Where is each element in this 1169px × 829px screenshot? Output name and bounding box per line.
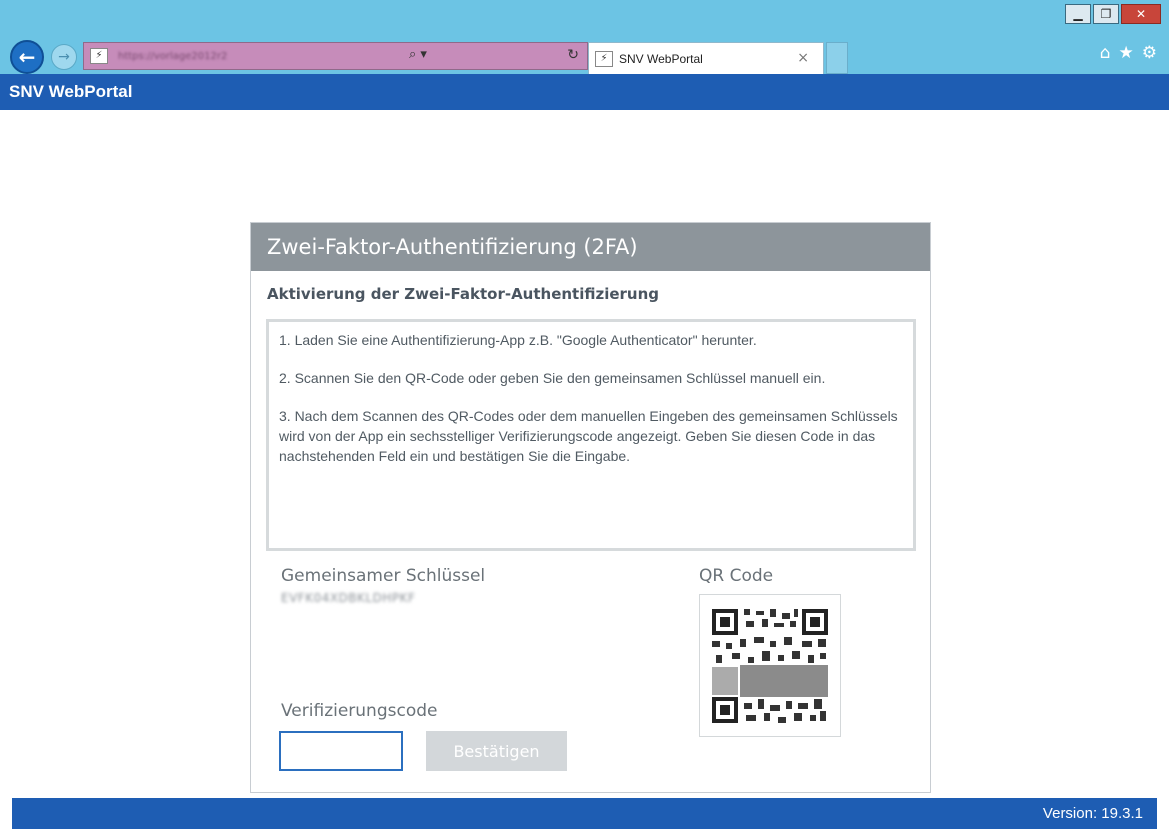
gear-icon[interactable]: ⚙: [1142, 43, 1157, 63]
tab-snv-webportal[interactable]: ⚡ SNV WebPortal ×: [588, 42, 824, 74]
site-favicon-icon: ⚡: [90, 48, 108, 64]
tab-favicon-icon: ⚡: [595, 50, 613, 67]
instructions-box: 1. Laden Sie eine Authentifizierung-App …: [266, 319, 916, 551]
verification-code-label: Verifizierungscode: [281, 701, 438, 721]
search-dropdown-icon[interactable]: ⌕ ▾: [409, 47, 427, 62]
instruction-step: 2. Scannen Sie den QR-Code oder geben Si…: [279, 370, 826, 386]
card-header: Zwei-Faktor-Authentifizierung (2FA): [251, 223, 930, 271]
footer-bar: Version: 19.3.1: [12, 798, 1157, 829]
card-subtitle: Aktivierung der Zwei-Faktor-Authentifizi…: [267, 285, 660, 303]
version-label: Version: 19.3.1: [1042, 805, 1143, 822]
browser-toolbar: ⌂ ★ ⚙: [1100, 43, 1157, 63]
tab-title: SNV WebPortal: [619, 51, 703, 66]
shared-key-label: Gemeinsamer Schlüssel: [281, 566, 486, 586]
arrow-right-icon: →: [58, 49, 70, 65]
address-bar[interactable]: ⚡ https://vorlage2012r2 ⌕ ▾ ↻: [83, 42, 588, 70]
qr-code-label: QR Code: [699, 566, 774, 586]
back-button[interactable]: ←: [10, 40, 44, 74]
browser-chrome: ▁ ❐ ✕ ← → ⚡ https://vorlage2012r2 ⌕ ▾ ↻ …: [0, 0, 1169, 74]
qr-code-image: [699, 594, 841, 737]
instruction-step: 3. Nach dem Scannen des QR-Codes oder de…: [279, 408, 898, 464]
verification-code-input[interactable]: [279, 731, 403, 771]
card-title: Zwei-Faktor-Authentifizierung (2FA): [267, 235, 638, 259]
app-header: SNV WebPortal: [0, 74, 1169, 110]
forward-button[interactable]: →: [51, 44, 77, 70]
star-icon[interactable]: ★: [1119, 43, 1134, 63]
twofa-card: Zwei-Faktor-Authentifizierung (2FA) Akti…: [250, 222, 931, 793]
refresh-icon[interactable]: ↻: [567, 47, 579, 63]
shared-key-value: EVFK04XDBKLDHPKF: [281, 591, 416, 605]
tab-close-icon[interactable]: ×: [797, 50, 809, 66]
restore-button[interactable]: ❐: [1093, 4, 1119, 24]
instruction-step: 1. Laden Sie eine Authentifizierung-App …: [279, 332, 757, 348]
app-title: SNV WebPortal: [9, 82, 133, 101]
close-window-button[interactable]: ✕: [1121, 4, 1161, 24]
minimize-button[interactable]: ▁: [1065, 4, 1091, 24]
address-url: https://vorlage2012r2: [118, 50, 228, 62]
confirm-button[interactable]: Bestätigen: [426, 731, 567, 771]
new-tab-button[interactable]: [826, 42, 848, 74]
qr-code-icon: [710, 607, 830, 725]
arrow-left-icon: ←: [18, 45, 36, 69]
home-icon[interactable]: ⌂: [1100, 43, 1111, 63]
window-controls: ▁ ❐ ✕: [1065, 4, 1161, 24]
